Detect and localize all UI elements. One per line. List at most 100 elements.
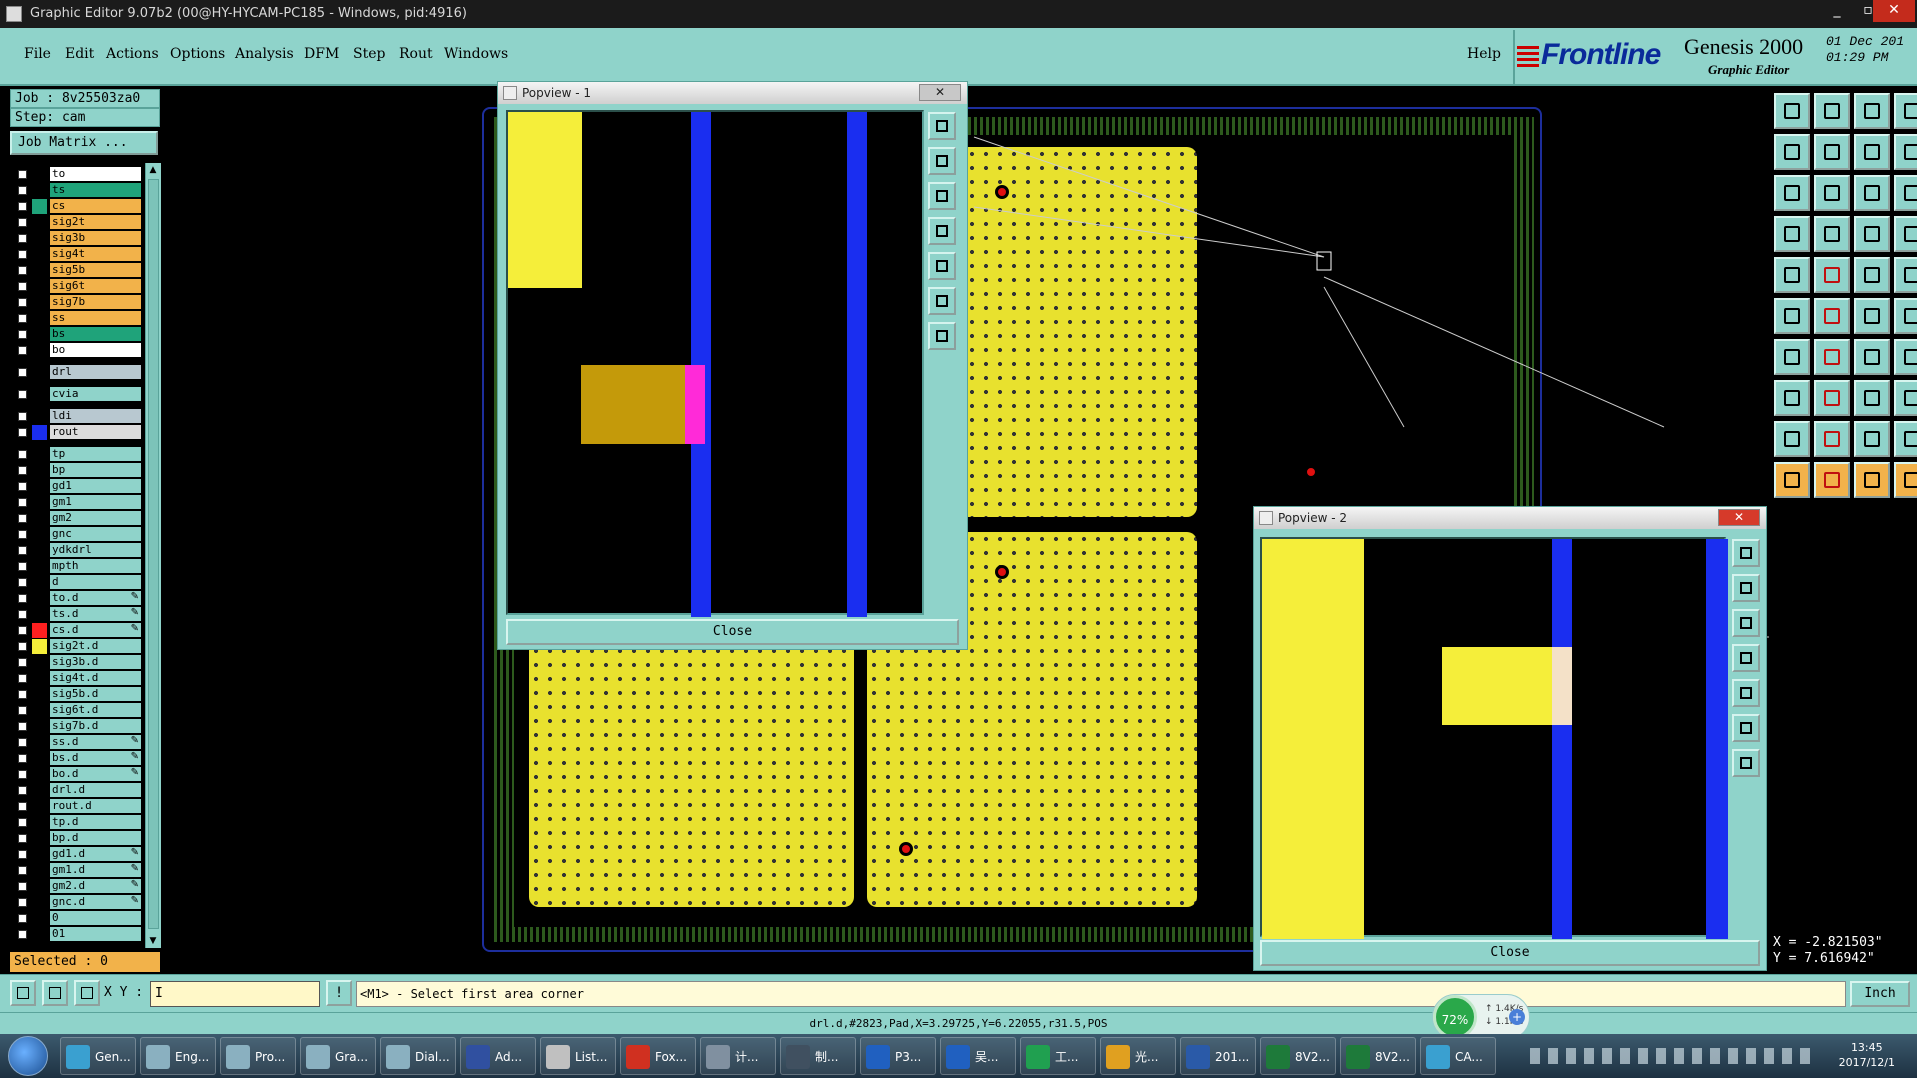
taskbar-item[interactable]: List...: [540, 1037, 616, 1075]
layer-row-sig4t[interactable]: sig4t: [10, 247, 145, 262]
layer-row-rout.d[interactable]: rout.d: [10, 799, 145, 814]
layer-name[interactable]: ydkdrl: [50, 543, 141, 557]
print-icon[interactable]: [1774, 216, 1810, 252]
layer-name[interactable]: gm1: [50, 495, 141, 509]
layer-row-ts[interactable]: ts: [10, 183, 145, 198]
popview-1-fit-icon[interactable]: [928, 182, 956, 210]
layer-row-0[interactable]: 0: [10, 911, 145, 926]
popview-1-home-icon[interactable]: [928, 322, 956, 350]
layer-row-01[interactable]: 01: [10, 927, 145, 942]
layer-color-swatch[interactable]: [32, 751, 47, 766]
layer-name[interactable]: gm1.d: [50, 863, 141, 877]
layer-row-gm2.d[interactable]: gm2.d ✎: [10, 879, 145, 894]
layer-row-sig2t.d[interactable]: sig2t.d: [10, 639, 145, 654]
layer-color-swatch[interactable]: [32, 327, 47, 342]
layer-name[interactable]: rout: [50, 425, 141, 439]
tri-red-icon[interactable]: [1774, 421, 1810, 457]
layer-color-swatch[interactable]: [32, 311, 47, 326]
menu-analysis[interactable]: Analysis: [235, 46, 294, 62]
taskbar-item[interactable]: Eng...: [140, 1037, 216, 1075]
taskbar-item[interactable]: Fox...: [620, 1037, 696, 1075]
layers-b-icon[interactable]: [1894, 216, 1917, 252]
layer-name[interactable]: bs.d: [50, 751, 141, 765]
layer-row-drl.d[interactable]: drl.d: [10, 783, 145, 798]
rect-red-icon[interactable]: [1774, 380, 1810, 416]
split-icon[interactable]: [1854, 134, 1890, 170]
menu-help[interactable]: Help: [1467, 46, 1501, 62]
layer-row-sig2t[interactable]: sig2t: [10, 215, 145, 230]
layer-name[interactable]: sig2t.d: [50, 639, 141, 653]
layer-name[interactable]: rout.d: [50, 799, 141, 813]
layer-checkbox[interactable]: [18, 412, 27, 421]
window-icon[interactable]: [1894, 93, 1917, 129]
layer-name[interactable]: bs: [50, 327, 141, 341]
line-red-icon[interactable]: [1854, 298, 1890, 334]
taskbar-item[interactable]: Dial...: [380, 1037, 456, 1075]
taskbar-item[interactable]: 吴...: [940, 1037, 1016, 1075]
layer-color-swatch[interactable]: [32, 559, 47, 574]
layer-checkbox[interactable]: [18, 738, 27, 747]
layer-checkbox[interactable]: [18, 818, 27, 827]
layer-checkbox[interactable]: [18, 578, 27, 587]
layer-checkbox[interactable]: [18, 450, 27, 459]
layer-color-swatch[interactable]: [32, 343, 47, 358]
cross-icon[interactable]: [1814, 298, 1850, 334]
layer-name[interactable]: sig6t: [50, 279, 141, 293]
layer-name[interactable]: sig7b.d: [50, 719, 141, 733]
help-q-icon[interactable]: [1894, 134, 1917, 170]
layer-row-sig5b.d[interactable]: sig5b.d: [10, 687, 145, 702]
layer-checkbox[interactable]: [18, 850, 27, 859]
layer-checkbox[interactable]: [18, 754, 27, 763]
layer-color-swatch[interactable]: [32, 783, 47, 798]
layer-checkbox[interactable]: [18, 186, 27, 195]
layer-checkbox[interactable]: [18, 722, 27, 731]
nodes-icon[interactable]: [1774, 298, 1810, 334]
layer-row-cs.d[interactable]: cs.d ✎: [10, 623, 145, 638]
taskbar-item[interactable]: 计...: [700, 1037, 776, 1075]
popview-1-close-button[interactable]: Close: [506, 619, 959, 645]
arc-icon[interactable]: [1854, 339, 1890, 375]
layer-name[interactable]: drl.d: [50, 783, 141, 797]
layers-a-icon[interactable]: [1854, 216, 1890, 252]
layer-row-d[interactable]: d: [10, 575, 145, 590]
layer-checkbox[interactable]: [18, 882, 27, 891]
layer-color-swatch[interactable]: [32, 447, 47, 462]
layer-name[interactable]: bo.d: [50, 767, 141, 781]
layer-name[interactable]: sig2t: [50, 215, 141, 229]
layer-color-swatch[interactable]: [32, 591, 47, 606]
cursor-b-icon[interactable]: [1814, 462, 1850, 498]
layer-row-cvia[interactable]: cvia: [10, 387, 145, 402]
layer-color-swatch[interactable]: [32, 831, 47, 846]
grid-icon[interactable]: [1814, 216, 1850, 252]
layer-color-swatch[interactable]: [32, 295, 47, 310]
layer-row-ldi[interactable]: ldi: [10, 409, 145, 424]
layer-checkbox[interactable]: [18, 594, 27, 603]
layer-color-swatch[interactable]: [32, 425, 47, 440]
layer-checkbox[interactable]: [18, 170, 27, 179]
layer-name[interactable]: tp: [50, 447, 141, 461]
tri-a-icon[interactable]: [1814, 421, 1850, 457]
layer-checkbox[interactable]: [18, 218, 27, 227]
layer-row-sig7b.d[interactable]: sig7b.d: [10, 719, 145, 734]
layer-name[interactable]: sig7b: [50, 295, 141, 309]
layer-row-ydkdrl[interactable]: ydkdrl: [10, 543, 145, 558]
layer-color-swatch[interactable]: [32, 607, 47, 622]
layer-checkbox[interactable]: [18, 866, 27, 875]
circle-icon[interactable]: [1894, 257, 1917, 293]
layer-name[interactable]: to.d: [50, 591, 141, 605]
layer-color-swatch[interactable]: [32, 527, 47, 542]
layer-name[interactable]: bo: [50, 343, 141, 357]
layer-color-swatch[interactable]: [32, 863, 47, 878]
layer-row-sig3b[interactable]: sig3b: [10, 231, 145, 246]
menu-rout[interactable]: Rout: [399, 46, 433, 62]
layer-row-sig6t[interactable]: sig6t: [10, 279, 145, 294]
layer-name[interactable]: bp: [50, 463, 141, 477]
layer-color-swatch[interactable]: [32, 623, 47, 638]
layer-color-swatch[interactable]: [32, 687, 47, 702]
layer-name[interactable]: sig5b: [50, 263, 141, 277]
layer-checkbox[interactable]: [18, 368, 27, 377]
layer-color-swatch[interactable]: [32, 231, 47, 246]
menu-dfm[interactable]: DFM: [304, 46, 339, 62]
layer-name[interactable]: drl: [50, 365, 141, 379]
layer-row-tp[interactable]: tp: [10, 447, 145, 462]
